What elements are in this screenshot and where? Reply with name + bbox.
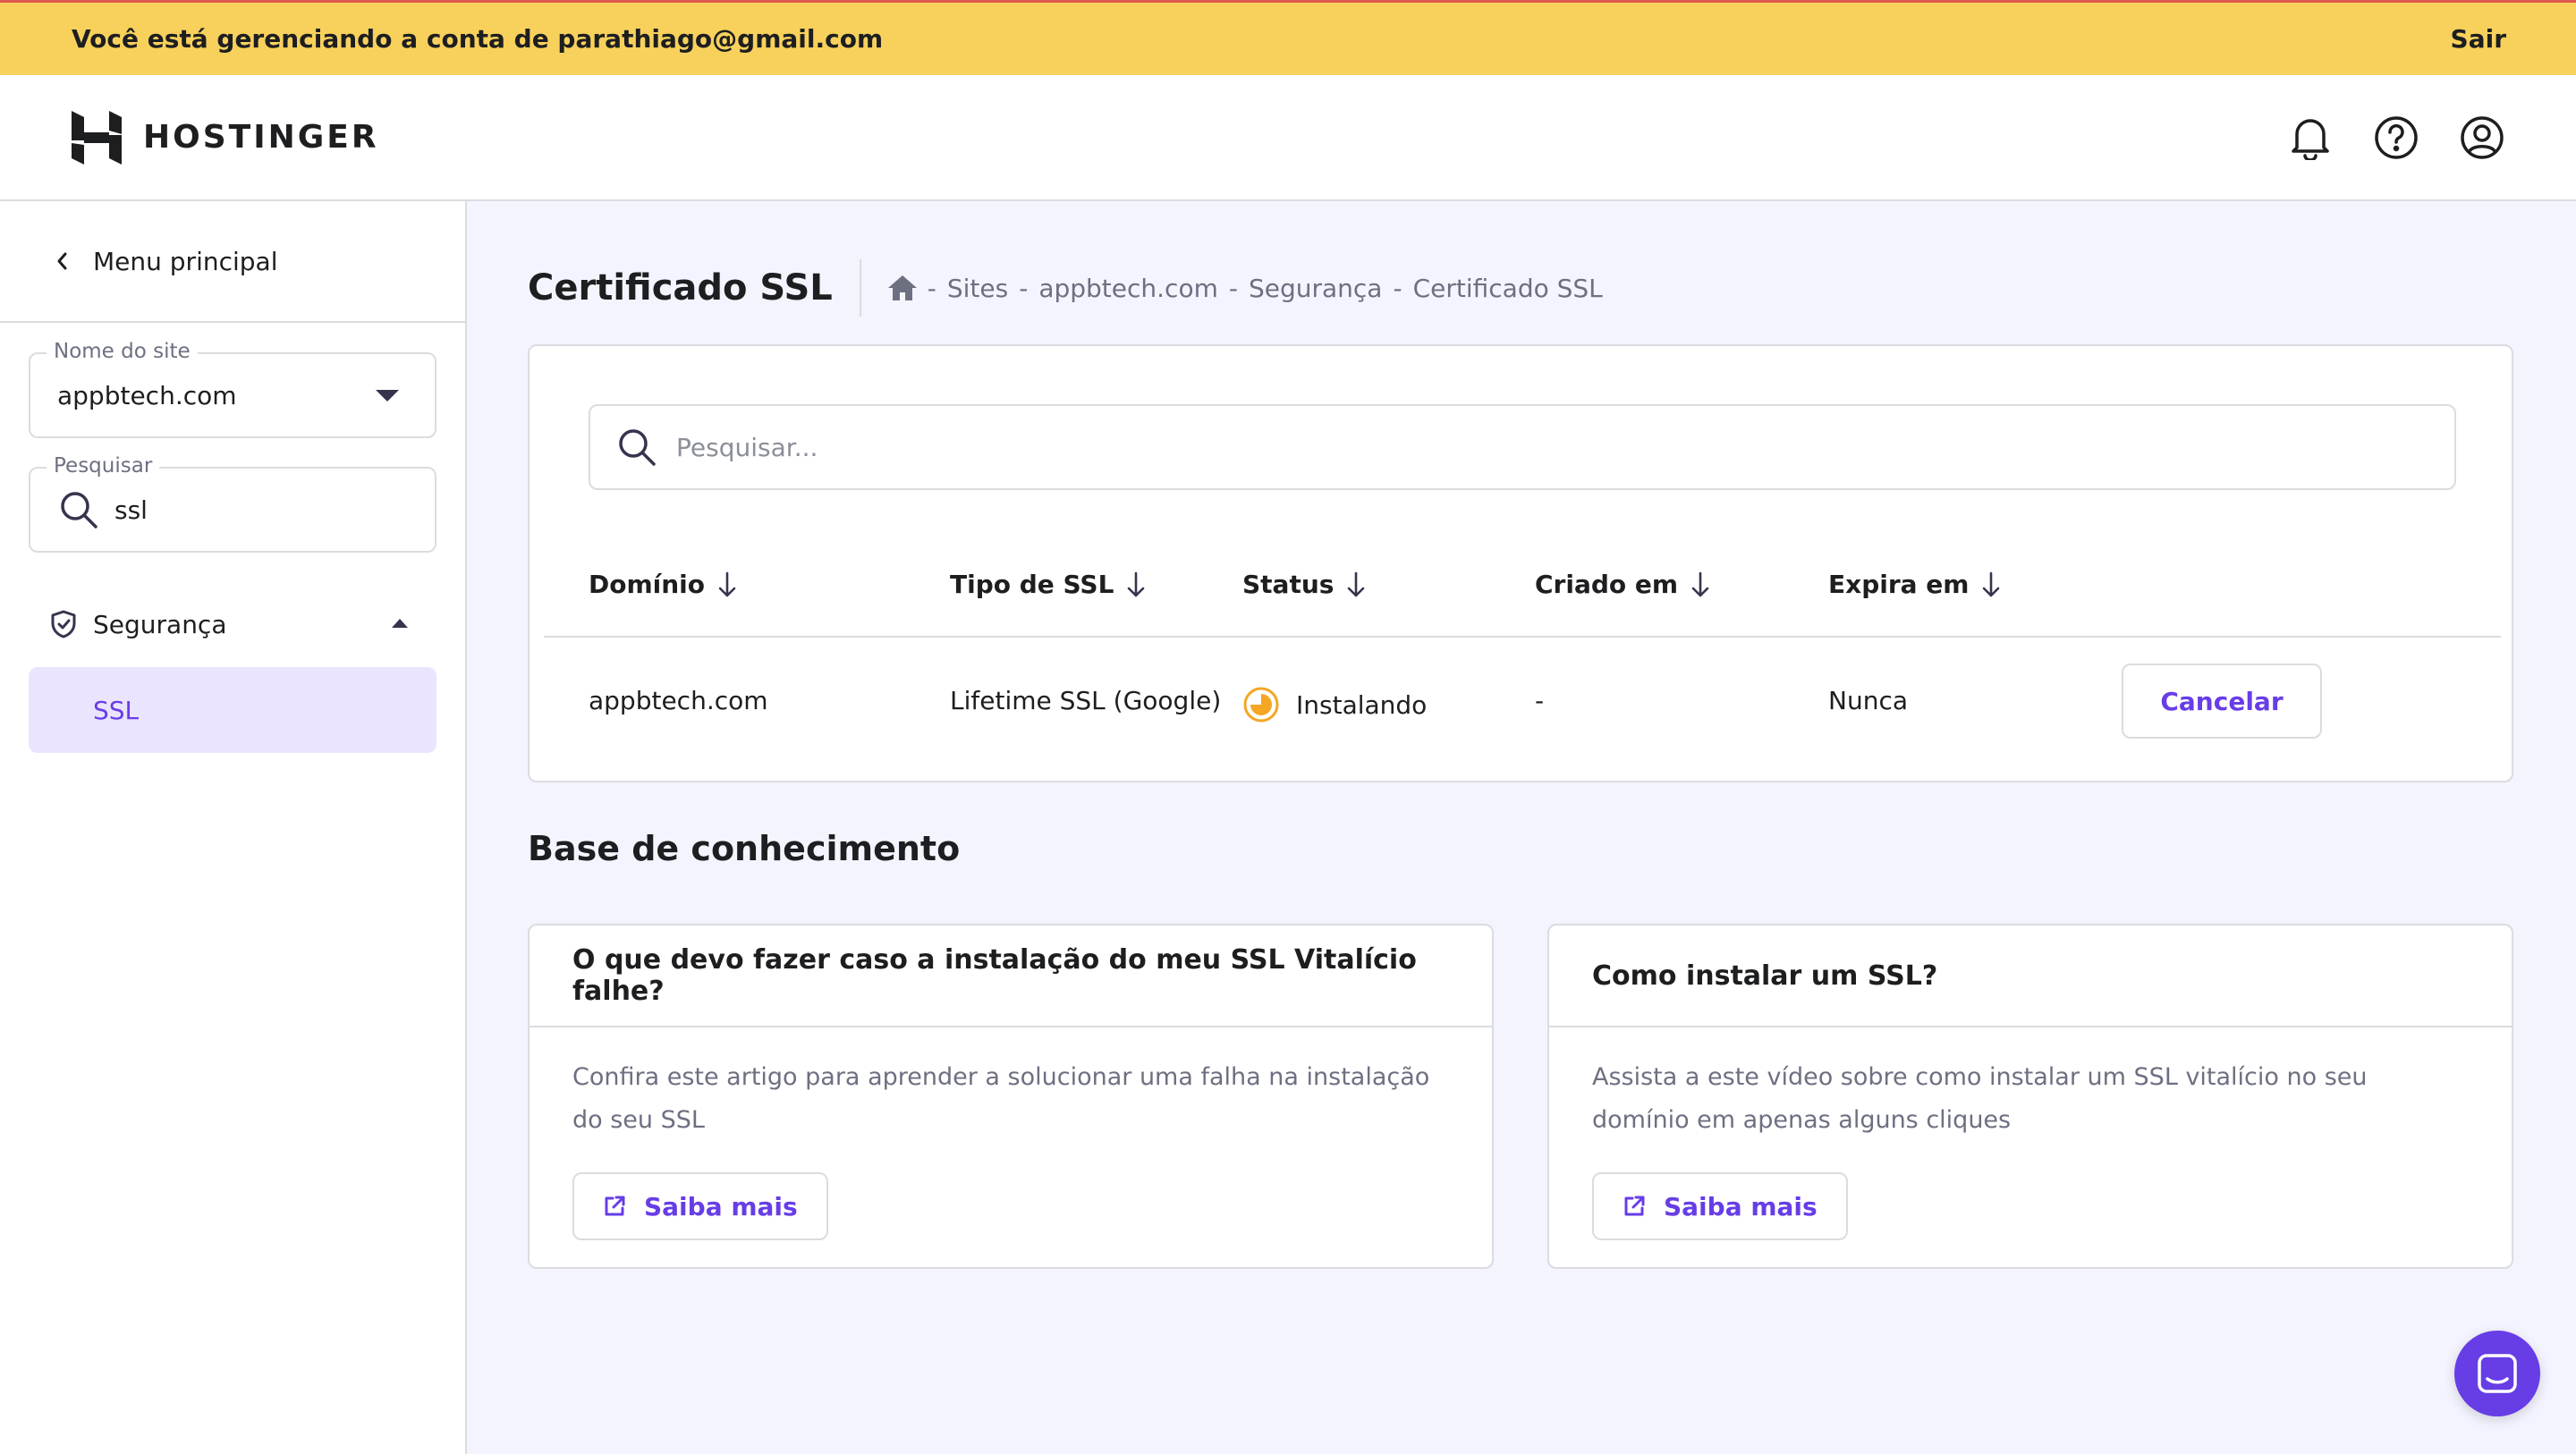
- cell-expires: Nunca: [1828, 686, 1908, 715]
- sidebar-search-value: ssl: [114, 495, 148, 525]
- column-header-domain[interactable]: Domínio: [589, 570, 737, 599]
- help-icon[interactable]: [2374, 115, 2419, 160]
- sort-arrow-icon: [1983, 571, 2000, 596]
- column-header-label: Criado em: [1535, 570, 1679, 599]
- bell-icon[interactable]: [2288, 115, 2333, 160]
- breadcrumb-separator: -: [927, 273, 936, 303]
- breadcrumb-site[interactable]: appbtech.com: [1038, 274, 1218, 303]
- sidebar-section-label: Segurança: [93, 609, 227, 639]
- column-header-label: Tipo de SSL: [950, 570, 1114, 599]
- breadcrumb-security[interactable]: Segurança: [1249, 274, 1383, 303]
- sidebar-item-label: SSL: [93, 695, 140, 725]
- hostinger-logo[interactable]: HOSTINGER: [72, 110, 379, 165]
- cell-ssl-type: Lifetime SSL (Google): [950, 686, 1222, 715]
- chevron-left-icon: [57, 252, 67, 270]
- hostinger-logo-icon: [72, 110, 122, 165]
- column-header-label: Domínio: [589, 570, 706, 599]
- main-menu-back-button[interactable]: Menu principal: [0, 201, 465, 323]
- ssl-search-input[interactable]: [676, 432, 2376, 462]
- main-menu-label: Menu principal: [93, 246, 278, 276]
- sort-arrow-icon: [1348, 571, 1365, 596]
- breadcrumb-sites[interactable]: Sites: [947, 274, 1008, 303]
- top-header: HOSTINGER: [0, 75, 2576, 201]
- caret-down-icon: [376, 390, 399, 402]
- sidebar-search-label: Pesquisar: [47, 454, 160, 478]
- column-header-label: Expira em: [1828, 570, 1970, 599]
- kb-card-title: Como instalar um SSL?: [1549, 926, 2512, 1027]
- breadcrumb: - Sites - appbtech.com - Segurança - Cer…: [861, 274, 1603, 303]
- column-header-ssl-type[interactable]: Tipo de SSL: [950, 570, 1146, 599]
- brand-name: HOSTINGER: [143, 119, 379, 156]
- kb-card-description: Assista a este vídeo sobre como instalar…: [1592, 1063, 2368, 1134]
- ssl-search-box[interactable]: [589, 404, 2456, 490]
- site-name-value: appbtech.com: [57, 381, 237, 410]
- account-icon[interactable]: [2460, 115, 2504, 160]
- caret-up-icon: [392, 619, 408, 628]
- home-icon[interactable]: [887, 275, 917, 300]
- column-header-expires[interactable]: Expira em: [1828, 570, 2001, 599]
- sidebar-section-security[interactable]: Segurança: [29, 593, 436, 655]
- learn-more-button[interactable]: Saiba mais: [572, 1172, 828, 1240]
- learn-more-label: Saiba mais: [644, 1191, 798, 1222]
- cancel-button[interactable]: Cancelar: [2122, 664, 2322, 739]
- column-header-label: Status: [1242, 570, 1335, 599]
- sort-arrow-icon: [1691, 571, 1709, 596]
- external-link-icon: [605, 1196, 625, 1216]
- status-pending-icon: [1243, 687, 1279, 723]
- status-text: Instalando: [1296, 689, 1428, 720]
- table-divider: [544, 636, 2501, 638]
- site-name-select[interactable]: Nome do site appbtech.com: [29, 340, 436, 438]
- cell-domain: appbtech.com: [589, 686, 768, 715]
- column-header-status[interactable]: Status: [1242, 570, 1366, 599]
- search-icon: [619, 429, 656, 466]
- main-content: Certificado SSL - Sites - appbtech.com -…: [467, 201, 2576, 1454]
- breadcrumb-separator: -: [1393, 273, 1402, 303]
- kb-card-install-ssl: Como instalar um SSL? Assista a este víd…: [1547, 924, 2513, 1269]
- external-link-icon: [1624, 1196, 1645, 1216]
- breadcrumb-current: Certificado SSL: [1412, 273, 1603, 303]
- search-icon: [61, 492, 97, 528]
- sidebar-item-ssl[interactable]: SSL: [29, 667, 436, 753]
- learn-more-button[interactable]: Saiba mais: [1592, 1172, 1848, 1240]
- sort-arrow-icon: [718, 571, 736, 596]
- kb-card-ssl-failure: O que devo fazer caso a instalação do me…: [528, 924, 1494, 1269]
- exit-link[interactable]: Sair: [2451, 24, 2506, 54]
- breadcrumb-separator: -: [1228, 273, 1238, 303]
- breadcrumb-separator: -: [1019, 273, 1029, 303]
- kb-card-title: O que devo fazer caso a instalação do me…: [530, 926, 1492, 1027]
- kb-card-description: Confira este artigo para aprender a solu…: [572, 1063, 1430, 1134]
- column-header-created[interactable]: Criado em: [1535, 570, 1710, 599]
- cell-created: -: [1535, 686, 1545, 715]
- sidebar: Menu principal Nome do site appbtech.com…: [0, 201, 467, 1454]
- banner-text: Você está gerenciando a conta de parathi…: [72, 24, 884, 54]
- cell-status: Instalando: [1242, 686, 1427, 723]
- sort-arrow-icon: [1128, 571, 1145, 596]
- shield-icon: [51, 610, 76, 638]
- page-title: Certificado SSL: [528, 259, 861, 317]
- sidebar-search-field[interactable]: Pesquisar ssl: [29, 454, 436, 553]
- chat-support-button[interactable]: [2454, 1331, 2540, 1416]
- site-name-label: Nome do site: [47, 340, 198, 363]
- learn-more-label: Saiba mais: [1664, 1191, 1818, 1222]
- ssl-certificates-card: Domínio Tipo de SSL Status Criado em Exp…: [528, 344, 2513, 782]
- chat-icon: [2478, 1354, 2517, 1393]
- impersonation-banner: Você está gerenciando a conta de parathi…: [0, 0, 2576, 75]
- page-header: Certificado SSL - Sites - appbtech.com -…: [528, 259, 1603, 317]
- knowledge-base-title: Base de conhecimento: [528, 829, 961, 868]
